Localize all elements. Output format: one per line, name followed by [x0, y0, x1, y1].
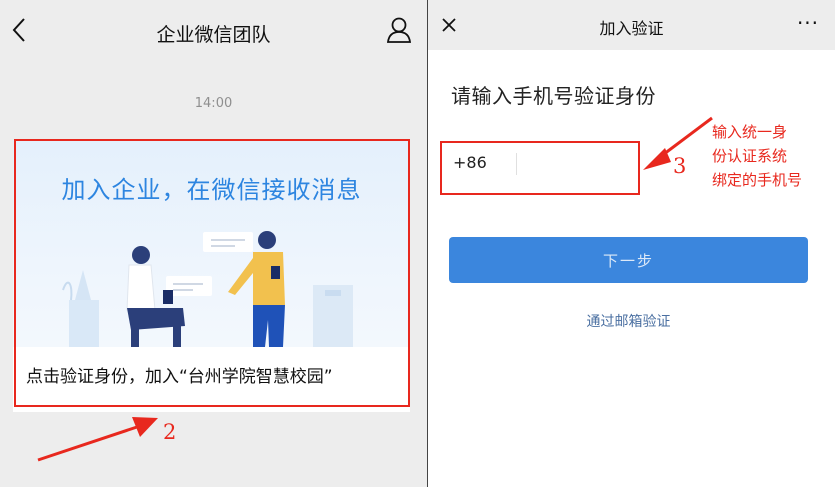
- people-chatting-illustration: [62, 231, 353, 347]
- step-2-label: 2: [163, 420, 177, 444]
- person-icon[interactable]: [382, 12, 416, 48]
- card-illustration: 加入企业，在微信接收消息: [13, 140, 410, 347]
- verification-nav-bar: 加入验证 ···: [428, 0, 835, 50]
- message-timestamp: 14:00: [194, 96, 233, 111]
- chat-panel: 企业微信团队 14:00 加入企业，在微信接收消息 点击验证身份，加入“台州学院…: [0, 0, 427, 487]
- annotation-line: 输入统一身: [712, 123, 788, 141]
- step-3-label: 3: [673, 154, 687, 178]
- annotation-line: 份认证系统: [712, 147, 788, 165]
- next-step-button[interactable]: 下一步: [449, 237, 808, 283]
- chat-nav-bar: 企业微信团队: [0, 0, 427, 64]
- country-code-selector[interactable]: +86: [453, 153, 487, 172]
- verify-by-email-link[interactable]: 通过邮箱验证: [449, 311, 808, 331]
- annotation-line: 绑定的手机号: [712, 171, 803, 189]
- verify-heading: 请输入手机号验证身份: [451, 84, 656, 108]
- verification-title: 加入验证: [599, 19, 664, 38]
- annotation-note: 输入统一身 份认证系统 绑定的手机号: [712, 120, 802, 192]
- card-caption: 点击验证身份，加入“台州学院智慧校园”: [26, 367, 333, 387]
- join-enterprise-card[interactable]: 加入企业，在微信接收消息 点击验证身份，加入“台州学院智慧校园”: [13, 140, 410, 412]
- input-divider: [516, 153, 517, 175]
- chat-title: 企业微信团队: [156, 24, 271, 46]
- more-menu-button[interactable]: ···: [790, 8, 826, 38]
